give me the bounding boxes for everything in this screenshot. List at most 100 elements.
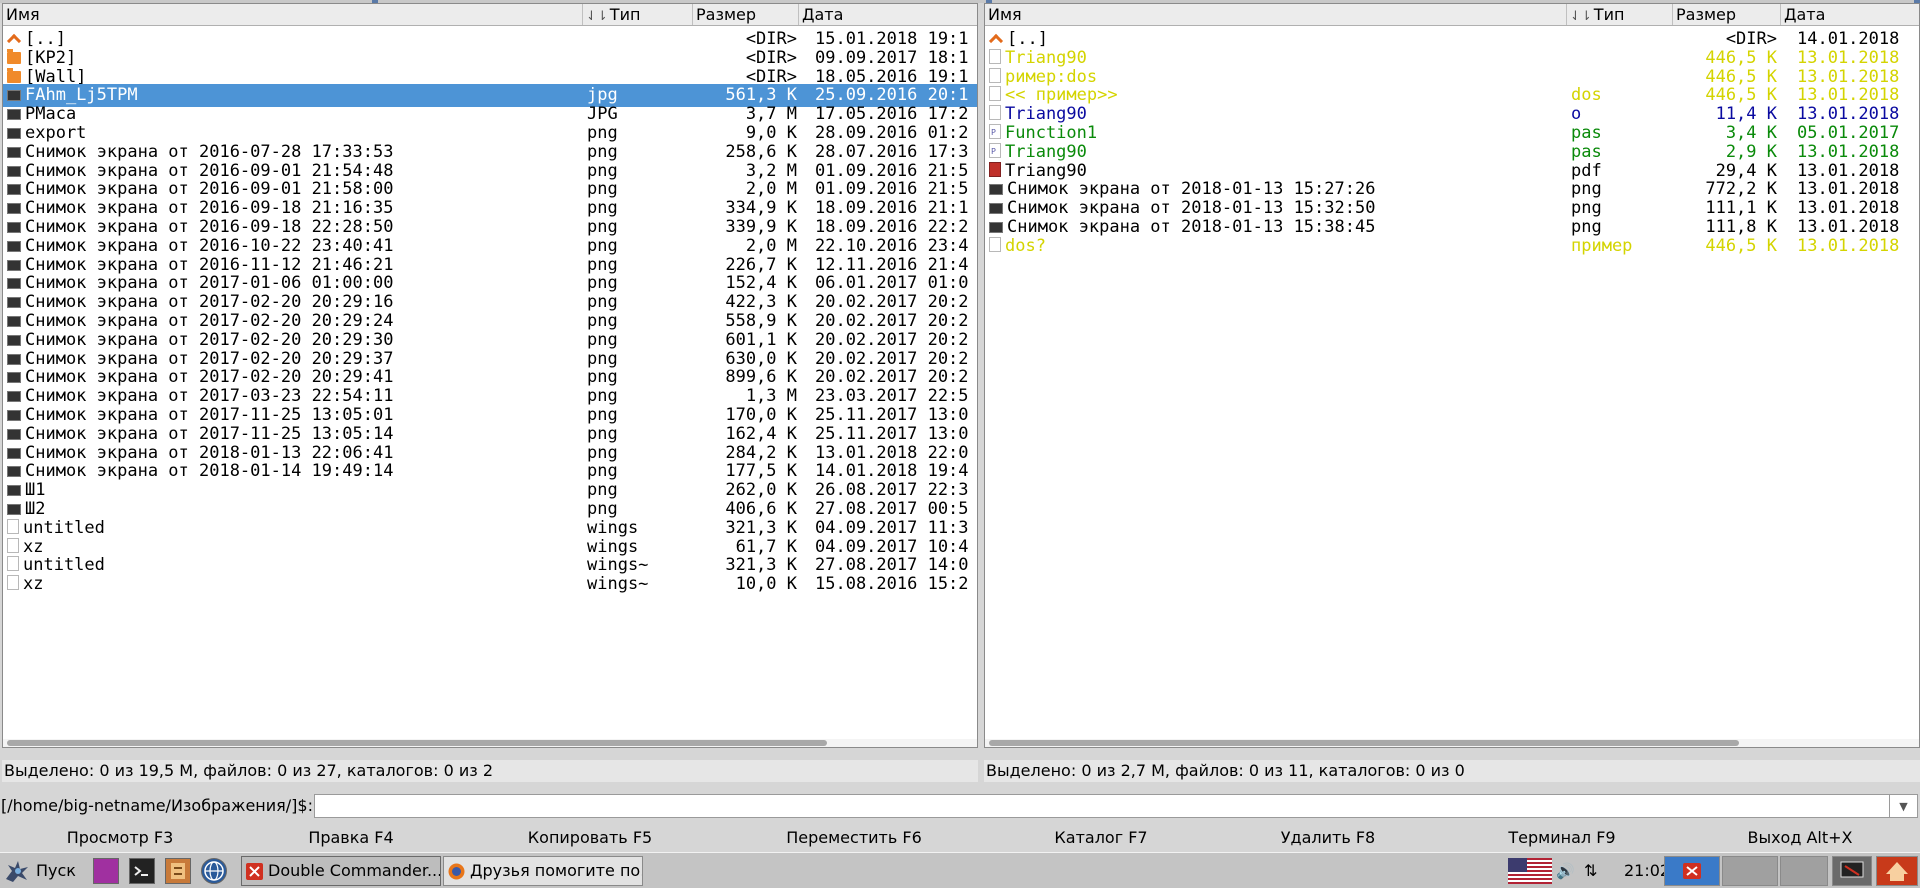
column-name-label: Имя — [6, 5, 40, 24]
file-date-text: 15.08.2016 15:2 — [815, 574, 969, 595]
keyboard-layout-flag-icon[interactable] — [1508, 858, 1552, 884]
edit-button[interactable]: Правка F4 — [240, 824, 462, 852]
right-column-header: Имя ⇃⇂ Тип Размер Дата — [985, 4, 1919, 26]
sort-descending-icon: ⇃⇂ — [586, 9, 608, 24]
command-history-dropdown[interactable]: ▼ — [1890, 794, 1918, 818]
column-size[interactable]: Размер — [693, 4, 799, 25]
left-file-list[interactable]: [..] <DIR> 15.01.2018 19:1 [KP2] <DIR> 09.09.… — [3, 28, 977, 747]
right-file-panel[interactable]: Имя ⇃⇂ Тип Размер Дата [..] <DIR> 14.01.201… — [984, 3, 1920, 748]
image-icon — [7, 485, 21, 497]
pdf-icon — [989, 161, 1001, 177]
network-icon[interactable]: ⇅ — [1584, 856, 1604, 886]
right-horizontal-scrollbar[interactable] — [985, 739, 1919, 747]
chevron-down-icon: ▼ — [1899, 800, 1908, 813]
terminal-launcher-icon[interactable] — [129, 858, 155, 884]
image-icon — [7, 316, 21, 327]
left-file-panel[interactable]: Имя ⇃⇂ Тип Размер Дата [..] <DIR> 15.01.201… — [2, 3, 978, 748]
column-name[interactable]: Имя — [985, 4, 1567, 25]
task-label: Double Commander... — [268, 861, 441, 880]
file-date-text: 13.01.2018 — [1797, 235, 1900, 256]
task-double-commander[interactable]: Double Commander... — [241, 856, 441, 886]
us-flag-icon — [1508, 858, 1552, 884]
image-icon — [7, 334, 21, 346]
monitor-icon — [1840, 861, 1864, 878]
exit-button[interactable]: Выход Alt+X — [1680, 824, 1920, 852]
volume-icon[interactable]: 🔊 — [1556, 856, 1578, 886]
file-name: xz — [3, 573, 583, 596]
file-type-text: wings~ — [587, 574, 649, 595]
move-button[interactable]: Переместить F6 — [718, 824, 990, 852]
image-icon — [989, 203, 1003, 215]
logout-icon[interactable] — [1876, 856, 1918, 886]
column-type[interactable]: ⇃⇂ Тип — [1567, 4, 1673, 25]
mkdir-button[interactable]: Каталог F7 — [990, 824, 1212, 852]
command-prompt: [/home/big-netname/Изображения/]$: — [1, 796, 313, 815]
column-date[interactable]: Дата — [799, 4, 977, 25]
column-date-label: Дата — [1784, 5, 1826, 24]
image-icon — [989, 222, 1003, 233]
doc-icon — [989, 67, 1001, 83]
file-manager-launcher-icon[interactable] — [165, 858, 191, 884]
command-input[interactable] — [314, 794, 1890, 818]
browser-launcher-icon[interactable] — [201, 858, 227, 884]
pascal-icon — [989, 141, 1001, 163]
doc-icon — [989, 236, 1001, 252]
image-icon — [7, 203, 21, 215]
file-row[interactable]: dos? пример 446,5 K 13.01.2018 — [985, 235, 1919, 258]
image-icon — [989, 184, 1003, 196]
scrollbar-thumb[interactable] — [7, 740, 827, 746]
app-launcher-icon[interactable] — [93, 858, 119, 884]
tray-workspace-1[interactable] — [1722, 856, 1778, 886]
file-row[interactable]: xz wings~ 10,0 K 15.08.2016 15:2 — [3, 573, 977, 596]
doc-icon — [7, 556, 19, 572]
image-icon — [7, 428, 21, 440]
column-name[interactable]: Имя — [3, 4, 583, 25]
copy-button[interactable]: Копировать F5 — [462, 824, 718, 852]
delete-button[interactable]: Удалить F8 — [1212, 824, 1444, 852]
file-type: пример — [1571, 235, 1671, 258]
file-size: 10,0 K — [683, 573, 797, 596]
folder-icon — [7, 48, 21, 64]
doc-icon — [989, 86, 1001, 102]
column-type[interactable]: ⇃⇂ Тип — [583, 4, 693, 25]
up-icon — [989, 31, 1003, 45]
image-icon — [7, 109, 21, 121]
pascal-icon — [989, 122, 1001, 144]
terminal-button[interactable]: Терминал F9 — [1444, 824, 1680, 852]
tray-workspace-2[interactable] — [1780, 856, 1828, 886]
left-horizontal-scrollbar[interactable] — [3, 739, 977, 747]
image-icon — [7, 278, 21, 290]
image-icon — [7, 447, 21, 459]
tray-double-commander-icon[interactable] — [1664, 856, 1720, 886]
image-icon — [7, 165, 21, 177]
start-menu-icon — [6, 861, 28, 882]
column-size-label: Размер — [696, 5, 757, 24]
scrollbar-thumb[interactable] — [989, 740, 1739, 746]
image-icon — [7, 222, 21, 233]
start-button[interactable]: Пуск — [2, 856, 88, 886]
view-button[interactable]: Просмотр F3 — [0, 824, 240, 852]
image-icon — [7, 353, 21, 365]
start-label: Пуск — [36, 861, 76, 880]
file-type-text: пример — [1571, 235, 1633, 256]
up-icon — [7, 31, 21, 45]
folder-icon — [7, 67, 21, 83]
left-column-header: Имя ⇃⇂ Тип Размер Дата — [3, 4, 977, 26]
image-icon — [7, 90, 21, 102]
file-name-text: dos? — [1005, 235, 1046, 256]
column-date[interactable]: Дата — [1781, 4, 1919, 25]
column-size[interactable]: Размер — [1673, 4, 1781, 25]
doc-icon — [989, 48, 1001, 64]
file-size: 446,5 K — [1663, 235, 1777, 258]
file-date: 13.01.2018 — [1797, 235, 1919, 258]
file-type: wings~ — [587, 573, 687, 596]
image-icon — [7, 184, 21, 196]
right-file-list[interactable]: [..] <DIR> 14.01.2018 Triang90 446,5 K 13.01.… — [985, 28, 1919, 747]
task-firefox[interactable]: Друзья помогите по... — [443, 856, 643, 886]
column-date-label: Дата — [802, 5, 844, 24]
file-cabinet-icon — [171, 863, 185, 879]
file-name-text: xz — [23, 574, 44, 595]
column-size-label: Размер — [1676, 5, 1737, 24]
image-icon — [7, 410, 21, 421]
tray-monitor-icon[interactable] — [1832, 856, 1872, 886]
